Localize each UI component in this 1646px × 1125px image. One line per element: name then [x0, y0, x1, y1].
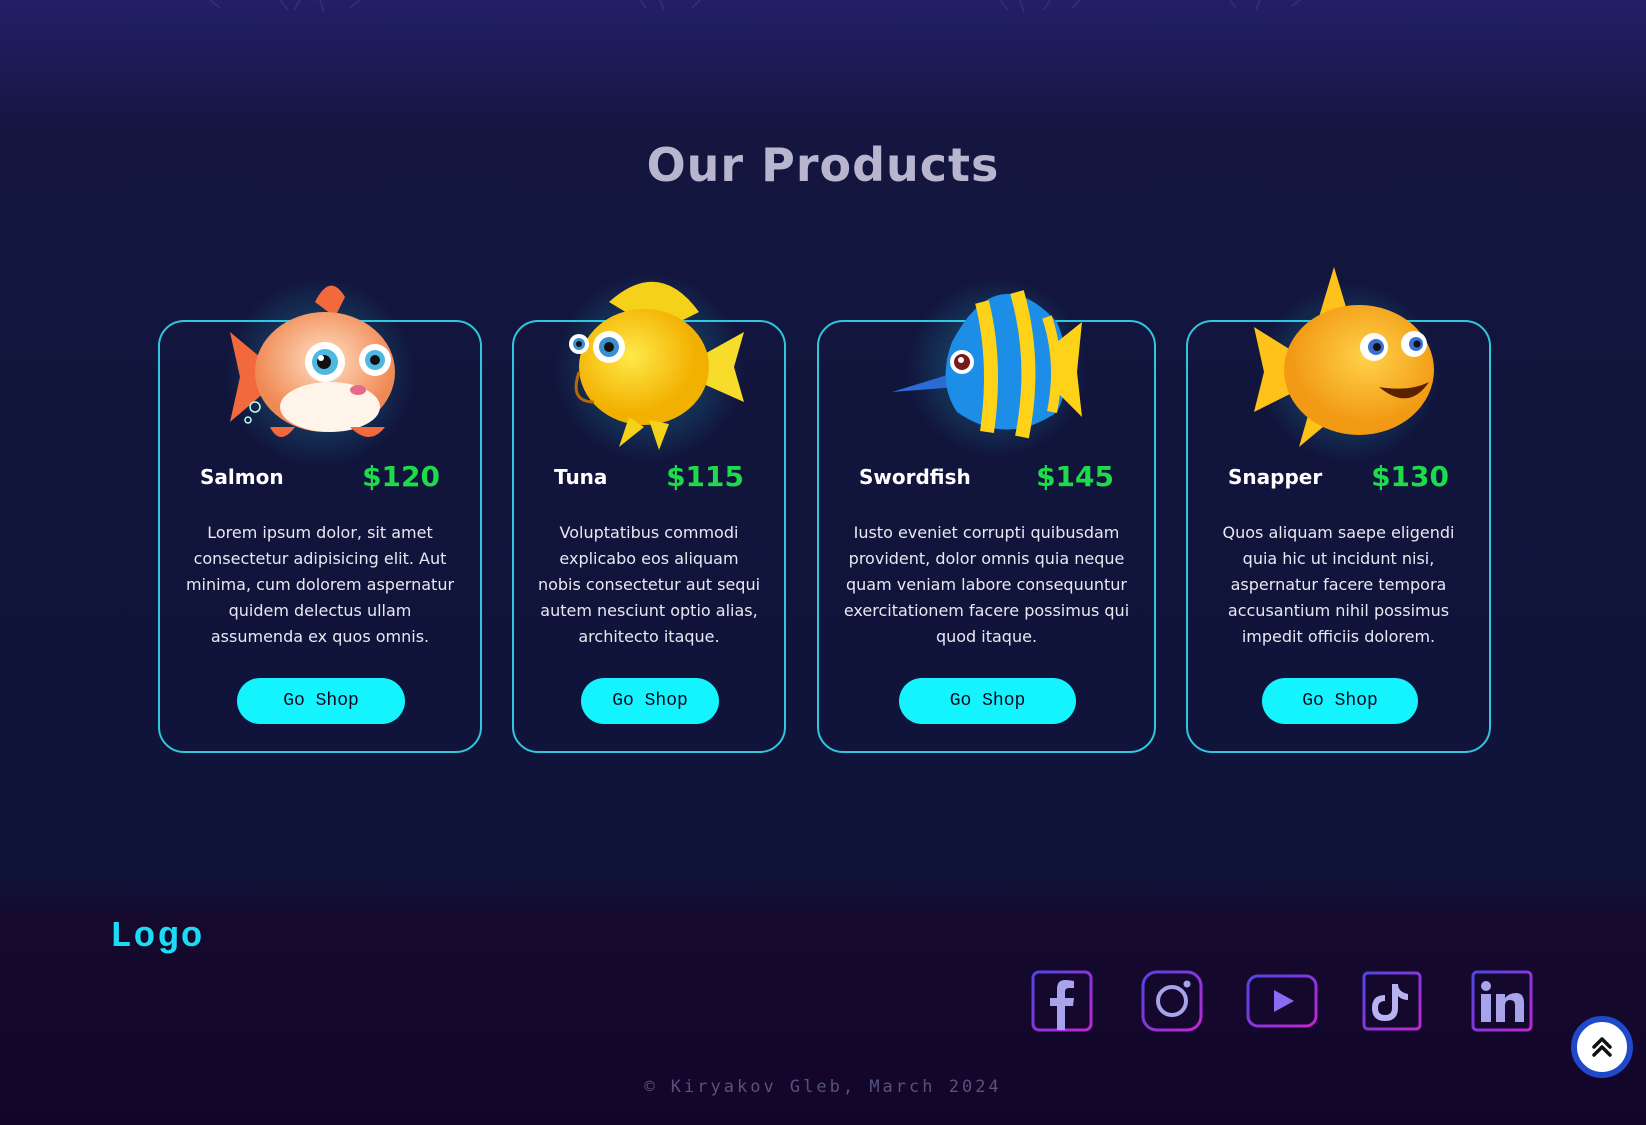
product-price: $145 [1036, 460, 1114, 493]
go-shop-button[interactable]: Go Shop [237, 678, 405, 724]
linkedin-icon[interactable] [1471, 970, 1533, 1032]
swordfish-icon [887, 262, 1087, 462]
footer-logo[interactable]: Logo [110, 916, 204, 957]
instagram-icon[interactable] [1141, 970, 1203, 1032]
product-price: $130 [1371, 460, 1449, 493]
tuna-fish-icon [549, 262, 749, 462]
salmon-fish-icon [220, 262, 420, 467]
product-card-snapper: Snapper $130 Quos aliquam saepe eligendi… [1186, 267, 1491, 753]
tiktok-icon[interactable] [1362, 970, 1422, 1032]
facebook-icon[interactable] [1031, 970, 1093, 1032]
product-name: Tuna [554, 465, 608, 489]
product-card-salmon: Salmon $120 Lorem ipsum dolor, sit amet … [158, 277, 482, 753]
product-price: $120 [362, 460, 440, 493]
product-description: Quos aliquam saepe eligendi quia hic ut … [1222, 523, 1455, 646]
section-title: Our Products [646, 138, 1000, 192]
snapper-fish-icon [1239, 262, 1439, 462]
product-description: Lorem ipsum dolor, sit amet consectetur … [185, 523, 455, 646]
product-description: Voluptatibus commodi explicabo eos aliqu… [537, 523, 761, 646]
go-shop-button[interactable]: Go Shop [1262, 678, 1418, 724]
product-name: Swordfish [859, 465, 971, 489]
product-description: Iusto eveniet corrupti quibusdam provide… [843, 523, 1130, 646]
product-card-tuna: Tuna $115 Voluptatibus commodi explicabo… [512, 272, 786, 753]
product-card-swordfish: Swordfish $145 Iusto eveniet corrupti qu… [817, 277, 1156, 753]
top-coral-decoration [209, 0, 1301, 13]
product-name: Snapper [1228, 465, 1323, 489]
copyright-text: © Kiryakov Gleb, March 2024 [644, 1077, 1002, 1097]
go-shop-button[interactable]: Go Shop [581, 678, 719, 724]
product-name: Salmon [200, 465, 284, 489]
chevron-double-up-icon [1592, 1037, 1612, 1057]
product-price: $115 [666, 460, 744, 493]
scroll-to-top-button[interactable] [1571, 1016, 1633, 1078]
youtube-icon[interactable] [1246, 970, 1318, 1032]
go-shop-button[interactable]: Go Shop [899, 678, 1076, 724]
